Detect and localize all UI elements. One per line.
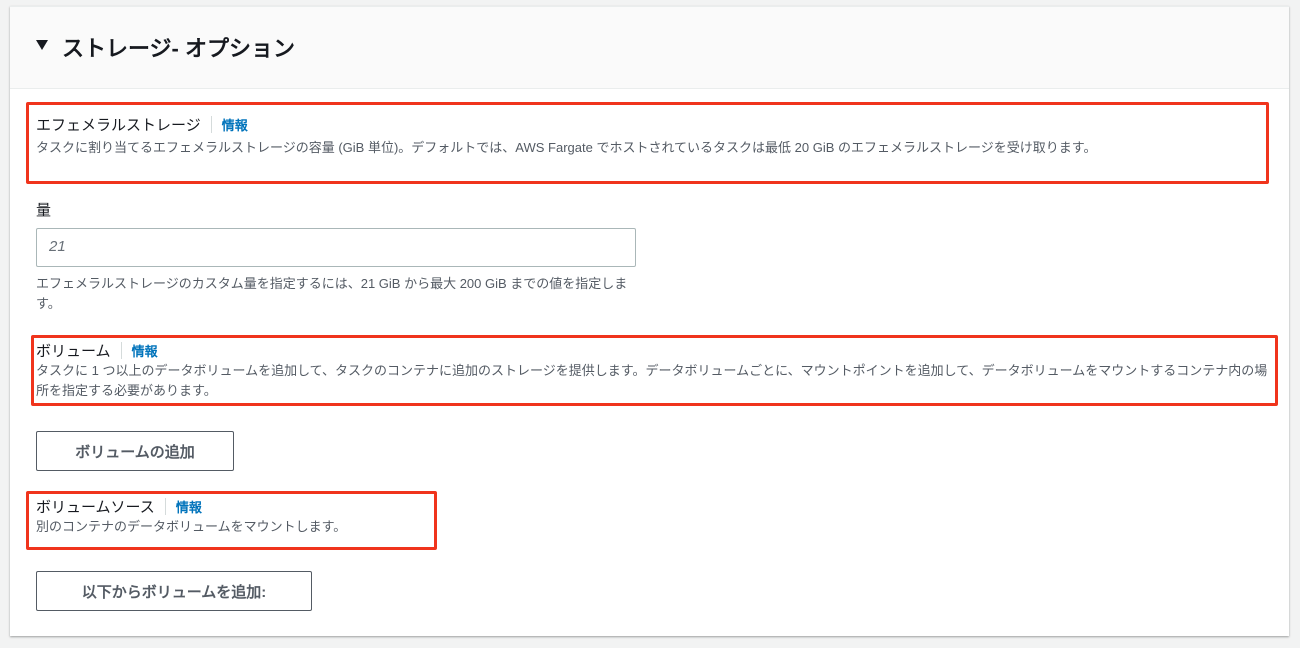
amount-hint: エフェメラルストレージのカスタム量を指定するには、21 GiB から最大 200…: [36, 276, 628, 311]
section-header[interactable]: ストレージ- オプション: [10, 7, 1289, 89]
label-text: ボリューム: [36, 343, 111, 360]
add-volume-from-button[interactable]: 以下からボリュームを追加:: [36, 571, 312, 611]
add-volume-button[interactable]: ボリュームの追加: [36, 431, 234, 471]
storage-options-panel: ストレージ- オプション エフェメラルストレージ 情報 タスクに割り当てるエフェメ…: [10, 6, 1289, 636]
info-link[interactable]: 情報: [132, 341, 158, 360]
info-link[interactable]: 情報: [176, 497, 202, 516]
label-text: エフェメラルストレージ: [36, 117, 201, 134]
divider: [120, 342, 122, 359]
volume-description: タスクに 1 つ以上のデータボリュームを追加して、タスクのコンテナに追加のストレ…: [36, 363, 1268, 398]
divider: [210, 116, 212, 133]
ephemeral-storage-description: タスクに割り当てるエフェメラルストレージの容量 (GiB 単位)。デフォルトでは…: [36, 140, 1097, 155]
caret-down-icon[interactable]: [36, 40, 48, 50]
label-text: ボリュームソース: [36, 499, 155, 516]
amount-input[interactable]: 21: [36, 228, 636, 267]
section-title: ストレージ- オプション: [62, 36, 295, 61]
volume-source-label: ボリュームソース 情報: [36, 496, 202, 517]
volume-source-description: 別のコンテナのデータボリュームをマウントします。: [36, 519, 347, 534]
divider: [164, 498, 166, 515]
volume-label: ボリューム 情報: [36, 340, 158, 361]
amount-label: 量: [36, 202, 52, 219]
ephemeral-storage-label: エフェメラルストレージ 情報: [36, 114, 248, 135]
info-link[interactable]: 情報: [222, 115, 248, 134]
